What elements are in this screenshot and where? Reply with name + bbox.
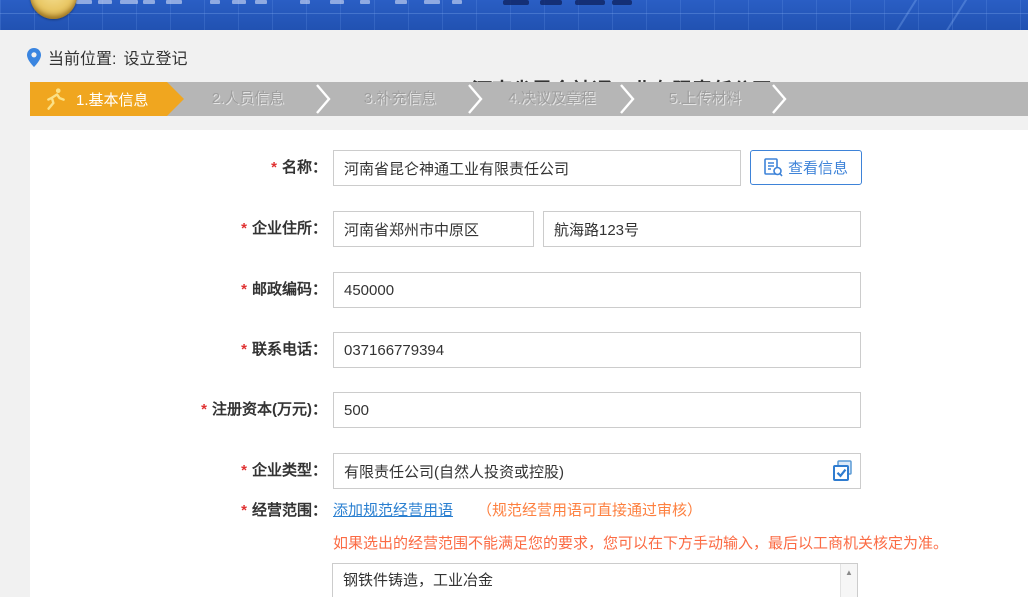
step-label: 2.人员信息 — [212, 90, 285, 107]
subheader: 当前位置: 设立登记 河南省昆仑神通工业有限责任公司 — [0, 30, 1028, 82]
form-row-postal-code: *邮政编码： — [30, 272, 1028, 308]
banner-decoration — [395, 0, 407, 4]
step-label: 3.补充信息 — [364, 90, 437, 107]
company-name-input[interactable] — [333, 150, 741, 186]
form-card: *名称： 查看信息 *企业住所： *邮政编 — [30, 130, 1028, 597]
banner-decoration — [360, 0, 370, 4]
textarea-scrollbar[interactable]: ▲ — [840, 564, 857, 597]
address-region-input[interactable] — [333, 211, 534, 247]
required-mark: * — [241, 341, 247, 358]
name-label: *名称： — [30, 150, 327, 186]
address-label: *企业住所： — [30, 211, 327, 247]
registration-page: 当前位置: 设立登记 河南省昆仑神通工业有限责任公司 1.基本信息 2.人员信息… — [0, 0, 1028, 597]
banner-decoration — [330, 0, 344, 4]
form-row-business-scope: *经营范围： 添加规范经营用语 （规范经营用语可直接通过审核） — [30, 500, 1028, 522]
required-mark: * — [201, 401, 207, 418]
banner-decoration — [943, 0, 968, 30]
company-type-input[interactable] — [333, 453, 861, 489]
postal-code-label: *邮政编码： — [30, 272, 327, 308]
breadcrumb-prefix: 当前位置: — [48, 45, 116, 69]
tab-resolution-charter[interactable]: 4.决议及章程 — [475, 82, 629, 116]
location-pin-icon — [27, 48, 41, 67]
banner-decoration — [452, 0, 462, 4]
form-row-phone: *联系电话： — [30, 332, 1028, 368]
banner-decoration — [503, 0, 529, 5]
banner-decoration — [143, 0, 155, 4]
address-street-input[interactable] — [543, 211, 861, 247]
scroll-up-arrow-icon[interactable]: ▲ — [845, 568, 853, 577]
banner-decoration — [575, 0, 605, 5]
registered-capital-input[interactable] — [333, 392, 861, 428]
banner-grid-line — [0, 13, 1028, 14]
step-separator-chevron-icon — [468, 84, 484, 119]
document-search-icon — [764, 158, 783, 177]
step-label: 1.基本信息 — [76, 89, 149, 110]
form-row-registered-capital: *注册资本(万元)： — [30, 392, 1028, 428]
step-separator-chevron-icon — [620, 84, 636, 119]
step-separator-chevron-icon — [772, 84, 788, 119]
banner-decoration — [893, 0, 918, 30]
business-scope-textarea-wrap: 钢铁件铸造，工业冶金 ▲ — [332, 563, 858, 597]
add-standard-terms-link[interactable]: 添加规范经营用语 — [333, 500, 453, 522]
step-wizard: 1.基本信息 2.人员信息 3.补充信息 4.决议及章程 5.上传材料 — [30, 82, 1028, 116]
required-mark: * — [241, 220, 247, 237]
banner-decoration — [424, 0, 440, 4]
banner-decoration — [540, 0, 562, 5]
business-scope-warning: 如果选出的经营范围不能满足您的要求，您可以在下方手动输入，最后以工商机关核定为准… — [333, 532, 948, 553]
top-banner — [0, 0, 1028, 30]
banner-decoration — [255, 0, 267, 4]
banner-decoration — [120, 0, 138, 4]
tab-supplementary-info[interactable]: 3.补充信息 — [323, 82, 477, 116]
breadcrumb-current: 设立登记 — [123, 45, 187, 69]
postal-code-input[interactable] — [333, 272, 861, 308]
required-mark: * — [271, 159, 277, 176]
form-row-address: *企业住所： — [30, 211, 1028, 247]
tab-personnel-info[interactable]: 2.人员信息 — [171, 82, 325, 116]
banner-decoration — [76, 0, 92, 4]
required-mark: * — [241, 281, 247, 298]
business-scope-textarea[interactable]: 钢铁件铸造，工业冶金 — [332, 563, 858, 597]
tab-upload-materials[interactable]: 5.上传材料 — [628, 82, 782, 116]
standard-terms-note: （规范经营用语可直接通过审核） — [477, 500, 702, 522]
step-separator-chevron-icon — [316, 84, 332, 119]
national-emblem-logo — [30, 0, 77, 19]
required-mark: * — [241, 502, 247, 519]
banner-decoration — [232, 0, 246, 4]
company-type-label: *企业类型： — [30, 453, 327, 489]
banner-decoration — [166, 0, 182, 4]
step-label: 4.决议及章程 — [508, 90, 596, 107]
banner-decoration — [210, 0, 220, 4]
select-type-checkbox-icon[interactable] — [831, 459, 855, 483]
business-scope-label: *经营范围： — [30, 500, 327, 522]
banner-decoration — [98, 0, 112, 4]
view-info-button-label: 查看信息 — [788, 157, 848, 178]
tab-basic-info[interactable]: 1.基本信息 — [30, 82, 184, 116]
phone-label: *联系电话： — [30, 332, 327, 368]
breadcrumb: 当前位置: 设立登记 — [27, 45, 187, 69]
form-row-company-type: *企业类型： — [30, 453, 1028, 489]
banner-decoration — [300, 0, 310, 4]
required-mark: * — [241, 462, 247, 479]
form-row-name: *名称： 查看信息 — [30, 150, 1028, 186]
step-label: 5.上传材料 — [669, 90, 742, 107]
phone-input[interactable] — [333, 332, 861, 368]
walking-person-icon — [43, 87, 67, 111]
banner-decoration — [612, 0, 632, 5]
view-info-button[interactable]: 查看信息 — [750, 150, 862, 185]
registered-capital-label: *注册资本(万元)： — [30, 392, 327, 428]
